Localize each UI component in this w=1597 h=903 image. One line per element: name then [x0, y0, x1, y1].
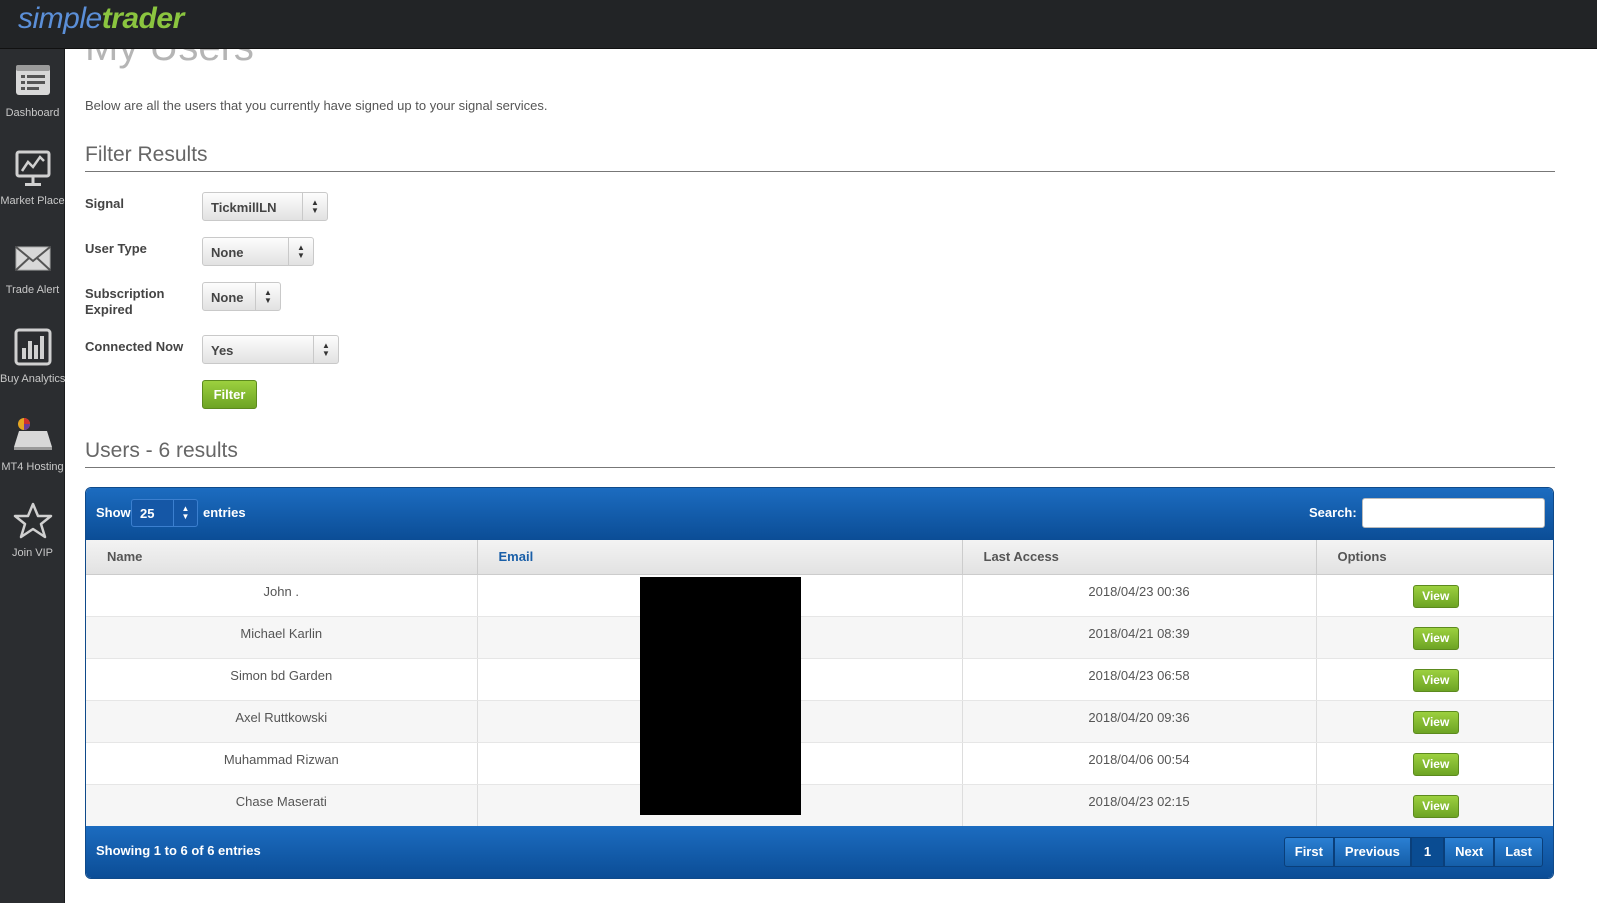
sidebar-item-buy-analytics[interactable]: Buy Analytics — [0, 327, 65, 385]
logo-text-simple: simple — [18, 2, 102, 35]
user-name-cell: Simon bd Garden — [86, 658, 478, 701]
pagination: First Previous 1 Next Last — [1283, 837, 1543, 867]
star-icon — [13, 502, 52, 539]
user-type-label: User Type — [85, 241, 147, 256]
options-cell: View — [1316, 742, 1553, 785]
dashboard-icon — [15, 65, 50, 95]
sidebar-item-mt4-hosting[interactable]: MT4 Hosting — [0, 415, 65, 473]
user-name-cell: Muhammad Rizwan — [86, 742, 478, 785]
connected-now-select[interactable]: Yes ▲ ▼ — [202, 335, 339, 364]
sidebar-item-label: Dashboard — [5, 107, 60, 119]
filter-section-title: Filter Results — [85, 143, 1555, 172]
pagination-first-button[interactable]: First — [1283, 837, 1334, 867]
last-access-cell: 2018/04/20 09:36 — [962, 700, 1317, 743]
connected-now-label: Connected Now — [85, 339, 184, 354]
table-row: Michael Karlin 2018/04/21 08:39 View — [86, 616, 1553, 659]
sidebar-item-label: MT4 Hosting — [1, 461, 64, 473]
simpletrader-logo[interactable]: simpletrader — [18, 2, 184, 36]
last-access-cell: 2018/04/23 06:58 — [962, 658, 1317, 701]
pagination-last-button[interactable]: Last — [1494, 837, 1543, 867]
table-row: Muhammad Rizwan 2018/04/06 00:54 View — [86, 742, 1553, 785]
monitor-chart-icon — [15, 150, 50, 186]
select-arrows-icon: ▲ ▼ — [173, 500, 197, 526]
pagination-next-button[interactable]: Next — [1444, 837, 1495, 867]
connected-now-select-value: Yes — [211, 343, 234, 358]
entries-per-page-value: 25 — [140, 506, 155, 521]
sidebar-item-label: Market Place — [0, 195, 65, 207]
user-name-cell: Chase Maserati — [86, 784, 478, 827]
view-user-button[interactable]: View — [1412, 794, 1459, 818]
last-access-cell: 2018/04/23 00:36 — [962, 574, 1317, 617]
select-arrows-icon: ▲ ▼ — [255, 283, 280, 310]
search-label: Search: — [1309, 505, 1357, 520]
table-row: Simon bd Garden 2018/04/23 06:58 View — [86, 658, 1553, 701]
envelope-icon — [14, 246, 51, 271]
subscription-expired-select[interactable]: None ▲ ▼ — [202, 282, 281, 311]
table-row: Axel Ruttkowski 2018/04/20 09:36 View — [86, 700, 1553, 743]
subscription-expired-select-value: None — [211, 290, 244, 305]
view-user-button[interactable]: View — [1412, 752, 1459, 776]
signal-label: Signal — [85, 196, 125, 211]
entries-label: entries — [203, 505, 246, 520]
user-name-cell: Axel Ruttkowski — [86, 700, 478, 743]
server-pie-icon — [13, 418, 52, 450]
main-content: My Users Below are all the users that yo… — [65, 49, 1597, 903]
logo-text-trader: trader — [101, 2, 185, 35]
pagination-page-1-button[interactable]: 1 — [1410, 837, 1445, 867]
redacted-email-block — [640, 577, 801, 815]
sidebar: Dashboard Market Place Trade Alert Buy A… — [0, 49, 65, 903]
user-type-select-value: None — [211, 245, 244, 260]
users-table-panel: Show 25 ▲ ▼ entries Search: Name Email La… — [85, 487, 1554, 879]
table-info-text: Showing 1 to 6 of 6 entries — [96, 843, 261, 858]
last-access-cell: 2018/04/06 00:54 — [962, 742, 1317, 785]
sidebar-item-market-place[interactable]: Market Place — [0, 149, 65, 207]
user-name-cell: John . — [86, 574, 478, 617]
bar-chart-icon — [14, 328, 51, 366]
options-cell: View — [1316, 574, 1553, 617]
search-input[interactable] — [1362, 498, 1545, 528]
options-cell: View — [1316, 700, 1553, 743]
sidebar-item-dashboard[interactable]: Dashboard — [0, 61, 65, 119]
page-title: My Users — [85, 49, 254, 70]
options-cell: View — [1316, 616, 1553, 659]
user-name-cell: Michael Karlin — [86, 616, 478, 659]
last-access-cell: 2018/04/23 02:15 — [962, 784, 1317, 827]
users-section-title: Users - 6 results — [85, 439, 1555, 468]
sidebar-item-label: Trade Alert — [5, 284, 60, 296]
top-bar: simpletrader — [0, 0, 1597, 49]
select-arrows-icon: ▲ ▼ — [288, 238, 313, 265]
table-row: John . 2018/04/23 00:36 View — [86, 574, 1553, 617]
table-header-bar: Show 25 ▲ ▼ entries Search: — [86, 488, 1553, 540]
view-user-button[interactable]: View — [1412, 710, 1459, 734]
column-header-last-access[interactable]: Last Access — [962, 540, 1317, 575]
pagination-previous-button[interactable]: Previous — [1333, 837, 1411, 867]
signal-select[interactable]: TickmillLN ▲ ▼ — [202, 192, 328, 221]
signal-select-value: TickmillLN — [211, 200, 277, 215]
select-arrows-icon: ▲ ▼ — [313, 336, 338, 363]
view-user-button[interactable]: View — [1412, 668, 1459, 692]
show-label: Show — [96, 505, 131, 520]
column-header-name[interactable]: Name — [86, 540, 478, 575]
page-intro: Below are all the users that you current… — [85, 98, 548, 113]
select-arrows-icon: ▲ ▼ — [302, 193, 327, 220]
view-user-button[interactable]: View — [1412, 626, 1459, 650]
column-header-options[interactable]: Options — [1316, 540, 1553, 575]
sidebar-item-trade-alert[interactable]: Trade Alert — [0, 238, 65, 296]
entries-per-page-select[interactable]: 25 ▲ ▼ — [131, 499, 198, 527]
sidebar-item-join-vip[interactable]: Join VIP — [0, 501, 65, 559]
filter-button[interactable]: Filter — [202, 380, 257, 409]
sidebar-item-label: Buy Analytics — [0, 373, 66, 385]
subscription-expired-label: Subscription Expired — [85, 286, 165, 317]
options-cell: View — [1316, 658, 1553, 701]
table-header-row: Name Email Last Access Options — [86, 540, 1553, 575]
users-table: Name Email Last Access Options John . 20… — [86, 540, 1553, 827]
sidebar-item-label: Join VIP — [12, 547, 53, 559]
table-footer-bar: Showing 1 to 6 of 6 entries First Previo… — [86, 826, 1553, 878]
user-type-select[interactable]: None ▲ ▼ — [202, 237, 314, 266]
view-user-button[interactable]: View — [1412, 584, 1459, 608]
table-row: Chase Maserati 2018/04/23 02:15 View — [86, 784, 1553, 827]
last-access-cell: 2018/04/21 08:39 — [962, 616, 1317, 659]
column-header-email[interactable]: Email — [477, 540, 963, 575]
options-cell: View — [1316, 784, 1553, 827]
